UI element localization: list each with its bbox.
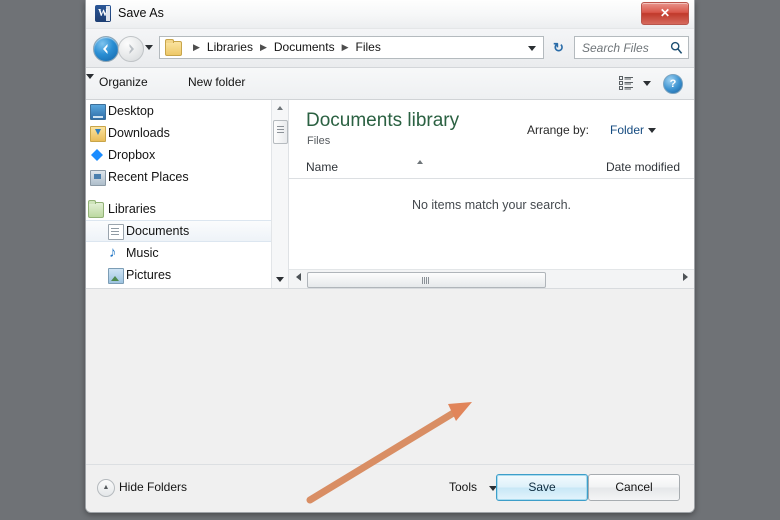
sort-ascending-icon xyxy=(417,157,423,166)
arrange-by-value[interactable]: Folder xyxy=(610,123,644,137)
sidebar-item-label: Desktop xyxy=(108,104,154,118)
sidebar-item-dropbox[interactable]: Dropbox xyxy=(86,144,288,166)
scrollbar-thumb[interactable] xyxy=(307,272,546,288)
breadcrumb-bar[interactable]: ▶ Libraries ▶ Documents ▶ Files xyxy=(159,36,544,59)
desktop-icon xyxy=(90,104,106,120)
sidebar-item-downloads[interactable]: Downloads xyxy=(86,122,288,144)
music-icon xyxy=(108,242,122,264)
chevron-down-icon[interactable] xyxy=(643,81,651,86)
search-placeholder: Search Files xyxy=(582,41,649,55)
column-header-date-modified[interactable]: Date modified xyxy=(606,160,680,174)
sidebar-item-label: Downloads xyxy=(108,126,170,140)
scroll-right-arrow-icon[interactable] xyxy=(677,271,693,287)
file-list-pane: Documents library Files Arrange by: Fold… xyxy=(289,100,694,288)
title-bar: W Save As ✕ xyxy=(86,0,694,29)
downloads-icon xyxy=(90,126,106,142)
hide-folders-label: Hide Folders xyxy=(119,480,188,494)
breadcrumb-separator-2: ▶ xyxy=(341,42,349,52)
sidebar-divider xyxy=(86,188,288,198)
library-title: Documents library xyxy=(306,110,460,131)
path-dropdown-icon[interactable] xyxy=(528,46,536,51)
chevron-down-icon[interactable] xyxy=(86,74,94,79)
scrollbar-thumb[interactable] xyxy=(273,120,288,144)
sidebar-group-libraries[interactable]: Libraries xyxy=(86,198,288,220)
horizontal-scrollbar[interactable] xyxy=(289,269,694,288)
close-button[interactable]: ✕ xyxy=(641,2,689,25)
file-browser: Desktop Downloads Dropbox Recent Places … xyxy=(86,100,694,288)
sidebar-item-label: Music xyxy=(126,246,159,260)
sidebar-item-pictures[interactable]: Pictures xyxy=(86,264,288,286)
scroll-left-arrow-icon[interactable] xyxy=(290,271,306,287)
new-folder-button[interactable]: New folder xyxy=(188,75,245,89)
back-arrow-icon[interactable] xyxy=(93,36,119,62)
arrange-by-label: Arrange by: xyxy=(526,123,589,137)
organize-button[interactable]: Organize xyxy=(99,75,148,89)
refresh-icon[interactable]: ↻ xyxy=(549,38,568,57)
column-header-row: Name Date modified xyxy=(289,156,694,179)
list-view-icon[interactable] xyxy=(619,76,634,90)
column-header-name[interactable]: Name xyxy=(306,160,338,174)
address-bar: ▶ Libraries ▶ Documents ▶ Files ↻ Search File… xyxy=(86,29,694,68)
tools-button[interactable]: Tools xyxy=(449,480,477,494)
navigation-scrollbar[interactable] xyxy=(271,100,288,288)
command-bar: Organize New folder ? xyxy=(86,68,694,100)
sidebar-item-documents[interactable]: Documents xyxy=(86,220,288,242)
breadcrumb-separator-0: ▶ xyxy=(193,42,200,52)
sidebar-item-label: Dropbox xyxy=(108,148,156,162)
sidebar-item-label: Pictures xyxy=(126,268,172,282)
cancel-button[interactable]: Cancel xyxy=(588,474,680,501)
sidebar-item-music[interactable]: Music xyxy=(86,242,288,264)
empty-list-message: No items match your search. xyxy=(411,198,572,212)
libraries-icon xyxy=(88,200,104,218)
breadcrumb: ▶ Libraries ▶ Documents ▶ Files xyxy=(186,40,381,54)
navigation-pane: Desktop Downloads Dropbox Recent Places … xyxy=(86,100,289,288)
breadcrumb-separator-1: ▶ xyxy=(259,42,267,52)
word-icon: W xyxy=(95,5,111,22)
sidebar-item-desktop[interactable]: Desktop xyxy=(86,100,288,122)
folder-icon xyxy=(165,39,182,56)
dropbox-icon xyxy=(90,148,104,162)
collapse-icon: ▲ xyxy=(97,479,115,497)
breadcrumb-item-libraries[interactable]: Libraries xyxy=(207,40,253,54)
forward-arrow-icon[interactable] xyxy=(118,36,144,62)
documents-icon xyxy=(108,224,124,240)
back-arrow-glyph xyxy=(103,44,108,54)
library-subtitle: Files xyxy=(307,135,331,147)
sidebar-item-label: Recent Places xyxy=(108,170,189,184)
history-dropdown-icon[interactable] xyxy=(145,45,153,50)
sidebar-item-label: Documents xyxy=(126,224,190,238)
hide-folders-button[interactable]: ▲ Hide Folders xyxy=(97,479,188,497)
breadcrumb-item-files[interactable]: Files xyxy=(356,40,381,54)
save-form: File name: MyPDF.pdf Save as type: PDF (… xyxy=(86,288,694,469)
scroll-down-arrow-icon[interactable] xyxy=(272,272,287,288)
help-icon[interactable]: ? xyxy=(663,74,683,94)
scroll-up-arrow-icon[interactable] xyxy=(272,100,287,116)
recent-places-icon xyxy=(90,170,106,186)
search-icon xyxy=(670,41,683,54)
dialog-footer: ▲ Hide Folders Tools Save Cancel xyxy=(86,464,694,512)
forward-arrow-glyph xyxy=(129,44,134,54)
sidebar-item-recent-places[interactable]: Recent Places xyxy=(86,166,288,188)
save-button[interactable]: Save xyxy=(496,474,588,501)
chevron-down-icon[interactable] xyxy=(648,128,656,133)
search-input[interactable]: Search Files xyxy=(574,36,689,59)
save-as-dialog: W Save As ✕ ▶ Libraries ▶ Documents ▶ Files ↻… xyxy=(85,0,695,513)
sidebar-group-label: Libraries xyxy=(108,202,156,216)
pictures-icon xyxy=(108,268,124,284)
window-title: Save As xyxy=(118,6,164,20)
breadcrumb-item-documents[interactable]: Documents xyxy=(274,40,335,54)
